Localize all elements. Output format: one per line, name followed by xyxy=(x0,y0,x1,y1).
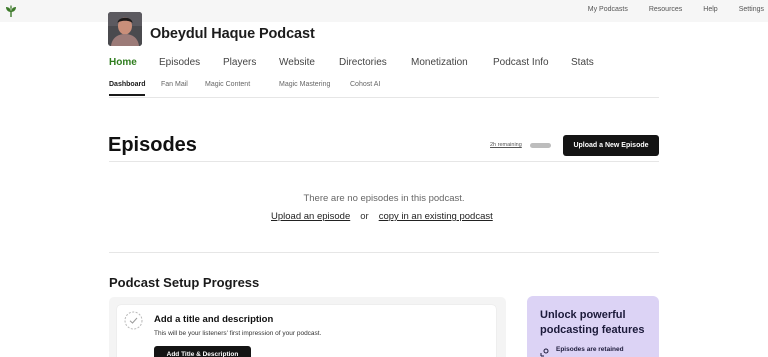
storage-remaining-fill xyxy=(530,143,551,148)
tab-monetization[interactable]: Monetization xyxy=(411,57,468,68)
tab-episodes[interactable]: Episodes xyxy=(159,57,200,68)
top-nav-settings[interactable]: Settings xyxy=(739,6,764,13)
subtab-magic-mastering[interactable]: Magic Mastering xyxy=(279,81,330,88)
empty-episodes-actions: Upload an episode or copy in an existing p… xyxy=(271,211,493,222)
subtab-fan-mail[interactable]: Fan Mail xyxy=(161,81,188,88)
top-nav: My Podcasts Resources Help Settings xyxy=(567,6,764,13)
upload-episode-link[interactable]: Upload an episode xyxy=(271,211,350,222)
copy-existing-podcast-link[interactable]: copy in an existing podcast xyxy=(379,211,493,222)
storage-remaining-label[interactable]: 2h remaining xyxy=(490,142,522,148)
setup-step-description: This will be your listeners' first impre… xyxy=(154,330,322,337)
top-nav-my-podcasts[interactable]: My Podcasts xyxy=(588,6,628,13)
setup-progress-heading: Podcast Setup Progress xyxy=(109,275,260,290)
tab-players[interactable]: Players xyxy=(223,57,256,68)
top-nav-help[interactable]: Help xyxy=(703,6,717,13)
episodes-divider xyxy=(109,161,659,162)
tab-home[interactable]: Home xyxy=(109,57,137,68)
promo-title: Unlock powerful podcasting features xyxy=(540,309,645,336)
upload-new-episode-button[interactable]: Upload a New Episode xyxy=(563,135,659,156)
feature-icon xyxy=(540,348,549,357)
or-text: or xyxy=(360,211,369,222)
promo-feature-text: Episodes are retained xyxy=(556,346,624,353)
empty-episodes-message: There are no episodes in this podcast. xyxy=(303,193,465,204)
storage-remaining-bar xyxy=(530,143,551,148)
avatar-photo xyxy=(108,12,142,46)
episodes-heading: Episodes xyxy=(108,134,197,156)
section-divider xyxy=(109,252,659,253)
logo-icon[interactable] xyxy=(5,4,17,18)
podcast-title: Obeydul Haque Podcast xyxy=(150,26,315,42)
tab-website[interactable]: Website xyxy=(279,57,315,68)
subtab-cohost-ai[interactable]: Cohost AI xyxy=(350,81,380,88)
tab-stats[interactable]: Stats xyxy=(571,57,594,68)
subtab-dashboard[interactable]: Dashboard xyxy=(109,81,146,88)
subtab-magic-content[interactable]: Magic Content xyxy=(205,81,250,88)
add-title-description-button[interactable]: Add Title & Description xyxy=(154,346,251,357)
tab-podcast-info[interactable]: Podcast Info xyxy=(493,57,549,68)
top-nav-resources[interactable]: Resources xyxy=(649,6,682,13)
setup-step-title: Add a title and description xyxy=(154,314,274,325)
tab-directories[interactable]: Directories xyxy=(339,57,387,68)
active-subtab-indicator xyxy=(109,94,145,96)
step-check-icon xyxy=(124,311,143,330)
podcast-avatar[interactable] xyxy=(108,12,142,46)
subnav-divider xyxy=(109,97,659,98)
